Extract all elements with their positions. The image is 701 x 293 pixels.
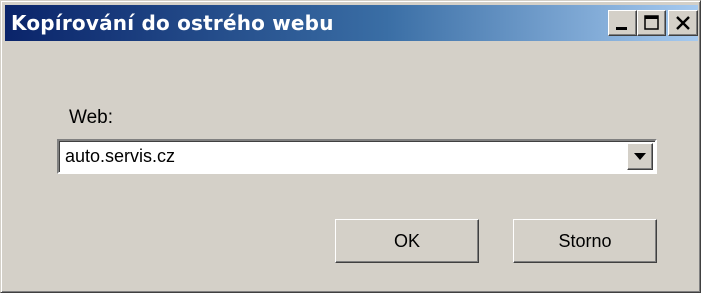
dialog-window: Kopírování do ostrého webu Web: auto.ser… xyxy=(0,0,701,293)
maximize-icon xyxy=(644,15,659,30)
cancel-button[interactable]: Storno xyxy=(513,219,657,263)
web-select-value: auto.servis.cz xyxy=(65,146,176,166)
web-label: Web: xyxy=(69,107,114,128)
minimize-icon xyxy=(616,27,627,30)
close-icon xyxy=(676,16,690,30)
minimize-button[interactable] xyxy=(608,10,637,36)
window-title: Kopírování do ostrého webu xyxy=(11,11,334,35)
dropdown-button[interactable] xyxy=(627,143,653,170)
maximize-button[interactable] xyxy=(637,10,666,36)
chevron-down-icon xyxy=(634,153,646,160)
close-button[interactable] xyxy=(668,10,698,36)
title-bar[interactable]: Kopírování do ostrého webu xyxy=(5,5,698,41)
web-select[interactable]: auto.servis.cz xyxy=(57,139,657,174)
ok-button[interactable]: OK xyxy=(335,219,479,263)
